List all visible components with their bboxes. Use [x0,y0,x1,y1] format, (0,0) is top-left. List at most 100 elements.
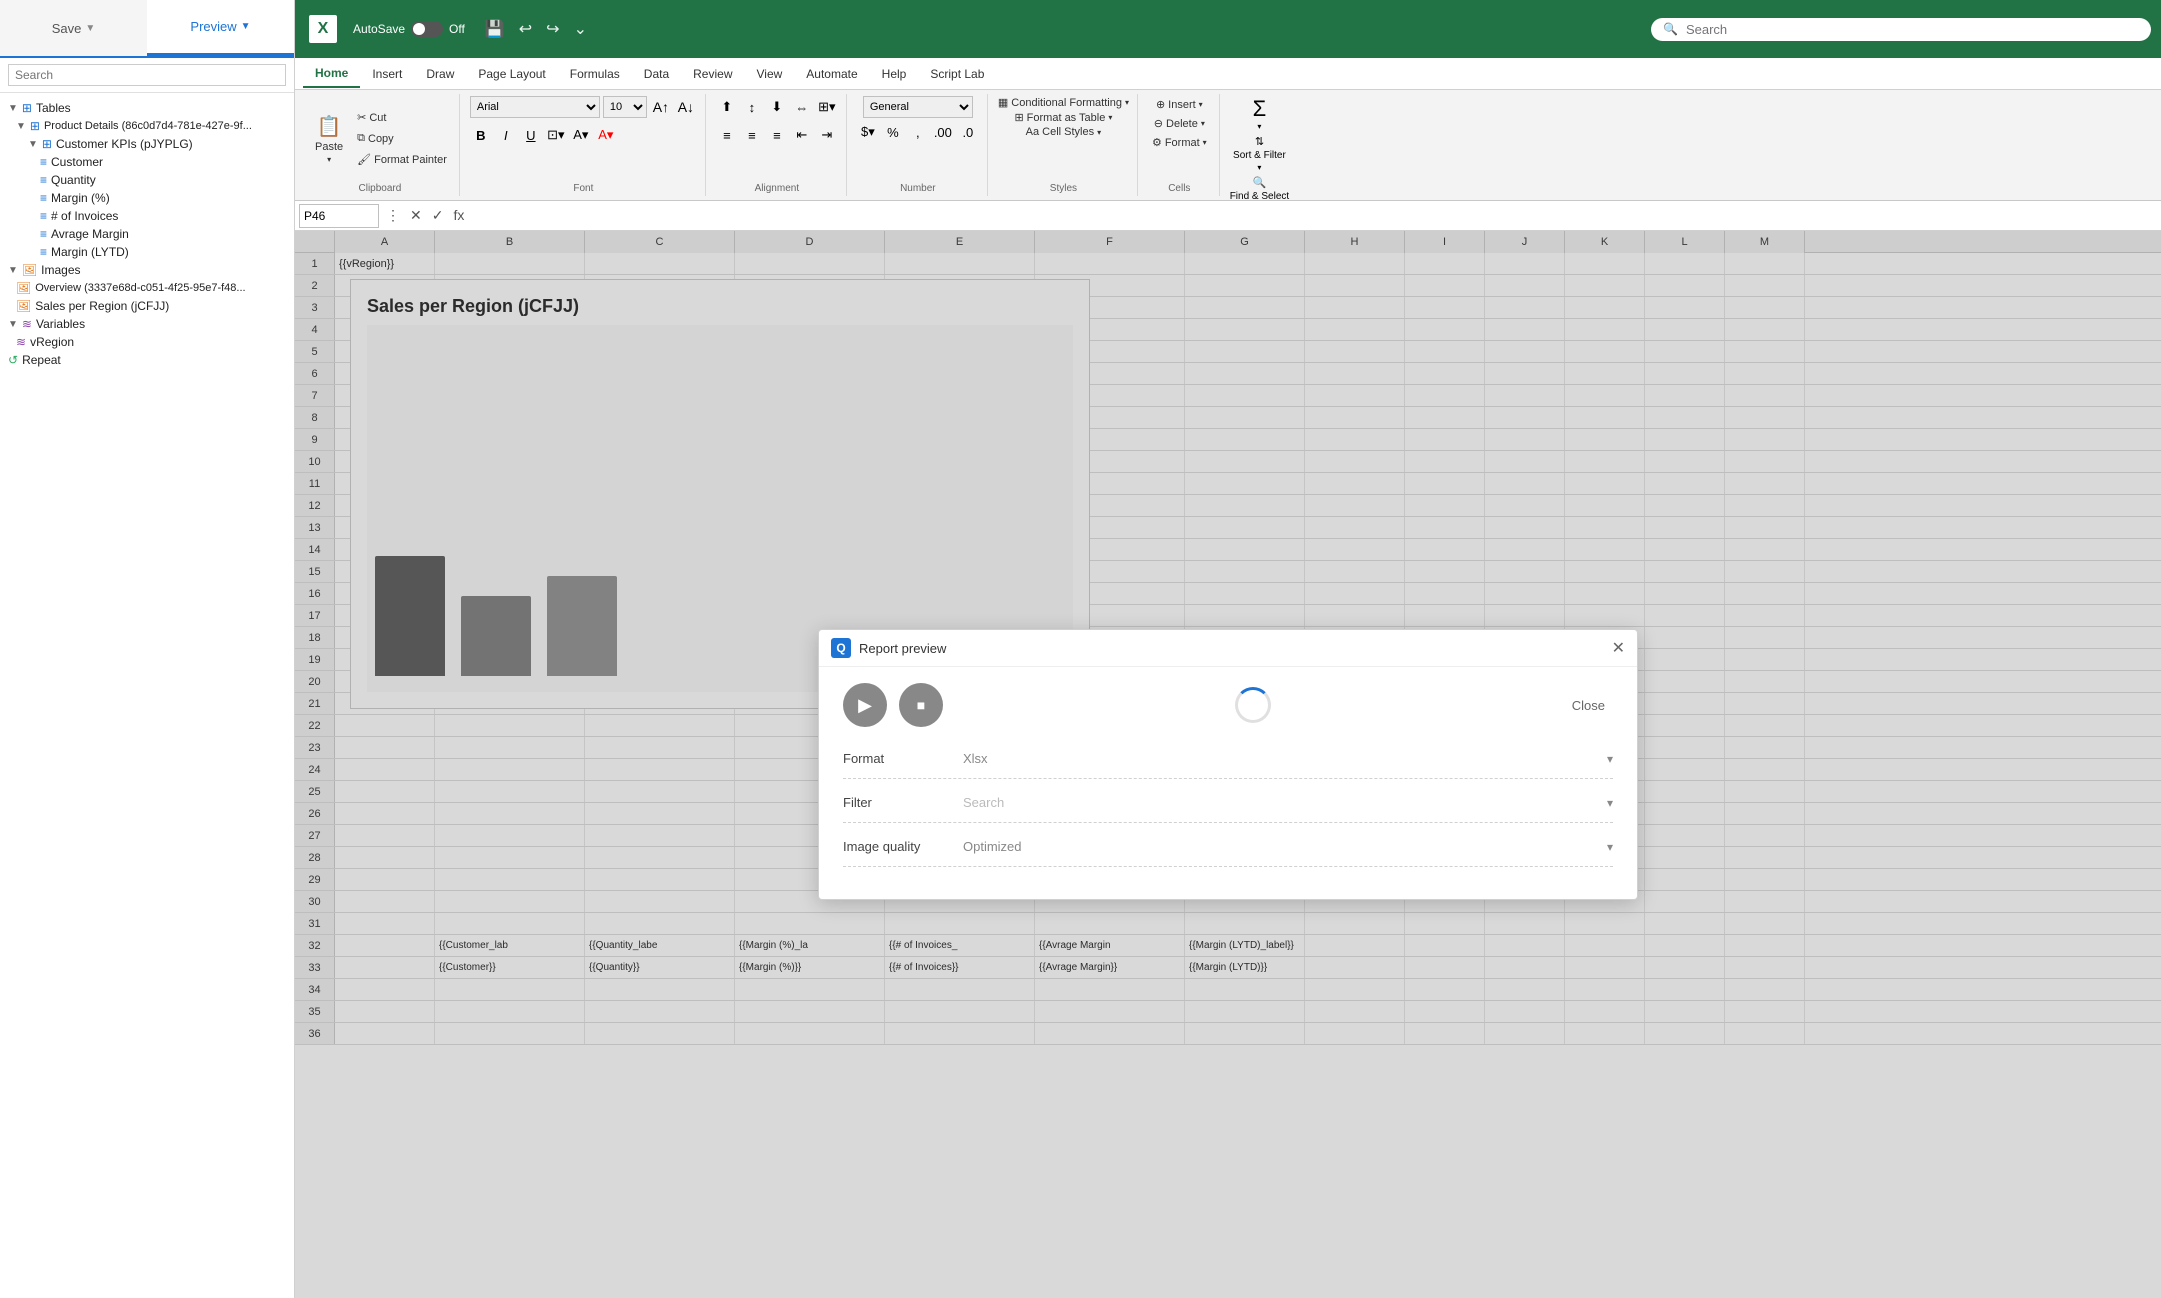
tab-draw[interactable]: Draw [414,61,466,87]
wrap-text-btn[interactable]: ⇔ [791,96,813,118]
number-format-select[interactable]: General [863,96,973,118]
sheet-main: A B C D E F G H I J K L M 1 {{vRegion}} [295,231,2161,1298]
comma-btn[interactable]: , [907,121,929,143]
tree-tables-group[interactable]: ▼ ⊞ Tables [4,99,290,117]
tab-data[interactable]: Data [632,61,681,87]
tab-page-layout[interactable]: Page Layout [466,61,557,87]
underline-button[interactable]: U [520,124,542,146]
vregion-icon: ≋ [16,335,26,349]
tree-view: ▼ ⊞ Tables ▼ ⊞ Product Details (86c0d7d4… [0,93,294,1271]
cut-button[interactable]: ✂ Cut [353,109,451,126]
sort-filter-button[interactable]: ⇅ Sort & Filter ▾ [1233,135,1286,172]
formula-more-icon[interactable]: ⋮ [383,207,403,224]
left-panel-search-input[interactable] [8,64,286,86]
editing-group: Σ ▾ ⇅ Sort & Filter ▾ 🔍 Find & Select ▾ … [1222,94,1297,196]
preview-button[interactable]: Preview ▼ [147,0,294,56]
topbar-icons: 💾 ↩ ↪ ⌄ [481,17,591,41]
italic-button[interactable]: I [495,124,517,146]
accounting-btn[interactable]: $▾ [857,121,879,143]
tree-sales-per-region[interactable]: 🖼 Sales per Region (jCFJJ) [4,297,290,315]
excel-logo: X [305,11,341,47]
fill-color-button[interactable]: A▾ [570,124,592,146]
align-left-btn[interactable]: ≡ [716,124,738,146]
tree-margin-pct[interactable]: ≡ Margin (%) [4,189,290,207]
tab-automate[interactable]: Automate [794,61,869,87]
tree-repeat[interactable]: ↺ Repeat [4,351,290,369]
format-as-table-btn[interactable]: ⊞ Format as Table ▾ [1014,111,1112,124]
find-select-button[interactable]: 🔍 Find & Select ▾ [1230,176,1289,200]
tree-customer[interactable]: ≡ Customer [4,153,290,171]
redo-icon[interactable]: ↪ [542,17,563,41]
image-quality-label: Image quality [843,839,963,854]
close-button[interactable]: Close [1564,694,1613,717]
align-right-btn[interactable]: ≡ [766,124,788,146]
decrease-font-btn[interactable]: A↓ [675,96,697,118]
tree-overview[interactable]: 🖼 Overview (3337e68d-c051-4f25-95e7-f48.… [4,279,290,297]
tab-review[interactable]: Review [681,61,744,87]
formula-fx-icon[interactable]: fx [450,207,467,224]
save-icon[interactable]: 💾 [481,17,509,41]
format-dropdown-arrow[interactable]: ▾ [1607,752,1613,766]
decrease-indent-btn[interactable]: ⇤ [791,124,813,146]
format-btn[interactable]: ⚙ Format ▾ [1148,134,1211,151]
tab-insert[interactable]: Insert [360,61,414,87]
font-name-select[interactable]: Arial [470,96,600,118]
play-button[interactable]: ▶ [843,683,887,727]
tree-images-group[interactable]: ▼ 🖼 Images [4,261,290,279]
font-size-select[interactable]: 10 [603,96,647,118]
overview-icon: 🖼 [16,281,31,295]
tab-formulas[interactable]: Formulas [558,61,632,87]
format-field: Format Xlsx ▾ [843,751,1613,779]
filter-field: Filter Search ▾ [843,795,1613,823]
paste-button[interactable]: 📋 Paste ▾ [309,111,349,167]
tree-product-details[interactable]: ▼ ⊞ Product Details (86c0d7d4-781e-427e-… [4,117,290,135]
delete-btn[interactable]: ⊖ Delete ▾ [1150,115,1209,132]
tree-margin-lytd[interactable]: ≡ Margin (LYTD) [4,243,290,261]
increase-indent-btn[interactable]: ⇥ [816,124,838,146]
tab-home[interactable]: Home [303,60,360,88]
align-bottom-btn[interactable]: ⬇ [766,96,788,118]
insert-btn[interactable]: ⊕ Insert ▾ [1152,96,1207,113]
font-color-button[interactable]: A▾ [595,124,617,146]
more-commands-icon[interactable]: ⌄ [570,17,591,41]
tree-num-invoices[interactable]: ≡ # of Invoices [4,207,290,225]
increase-font-btn[interactable]: A↑ [650,96,672,118]
dialog-close-x-button[interactable]: ✕ [1612,638,1625,658]
formula-input[interactable] [471,204,2157,228]
image-quality-value: Optimized [963,839,1607,854]
formula-cancel-icon[interactable]: ✕ [407,207,425,224]
tree-quantity[interactable]: ≡ Quantity [4,171,290,189]
align-middle-btn[interactable]: ↕ [741,96,763,118]
tab-view[interactable]: View [745,61,795,87]
margin-lytd-field-icon: ≡ [40,245,47,259]
image-quality-dropdown-arrow[interactable]: ▾ [1607,840,1613,854]
tree-customer-kpis[interactable]: ▼ ⊞ Customer KPIs (pJYPLG) [4,135,290,153]
formula-enter-icon[interactable]: ✓ [429,207,447,224]
tree-variables-group[interactable]: ▼ ≋ Variables [4,315,290,333]
tree-vregion[interactable]: ≋ vRegion [4,333,290,351]
align-center-btn[interactable]: ≡ [741,124,763,146]
top-search-input[interactable] [1686,22,2139,37]
bold-button[interactable]: B [470,124,492,146]
copy-button[interactable]: ⧉ Copy [353,130,451,147]
tree-avrage-margin[interactable]: ≡ Avrage Margin [4,225,290,243]
sigma-button[interactable]: Σ ▾ [1253,96,1267,131]
stop-button[interactable]: ■ [899,683,943,727]
image-quality-field: Image quality Optimized ▾ [843,839,1613,867]
merge-cells-btn[interactable]: ⊞▾ [816,96,838,118]
undo-icon[interactable]: ↩ [515,17,536,41]
align-top-btn[interactable]: ⬆ [716,96,738,118]
decrease-decimal-btn[interactable]: .00 [932,121,954,143]
format-painter-button[interactable]: 🖌 Format Painter [353,151,451,168]
tab-script-lab[interactable]: Script Lab [918,61,996,87]
autosave-toggle[interactable] [411,21,443,37]
increase-decimal-btn[interactable]: .0 [957,121,979,143]
filter-dropdown-arrow[interactable]: ▾ [1607,796,1613,810]
cell-styles-btn[interactable]: Aa Cell Styles ▾ [1026,126,1101,138]
save-button[interactable]: Save ▼ [0,0,147,56]
percent-btn[interactable]: % [882,121,904,143]
tab-help[interactable]: Help [870,61,919,87]
conditional-formatting-btn[interactable]: ▦ Conditional Formatting ▾ [998,96,1129,109]
border-button[interactable]: ⊡▾ [545,124,567,146]
cell-reference[interactable]: P46 [299,204,379,228]
